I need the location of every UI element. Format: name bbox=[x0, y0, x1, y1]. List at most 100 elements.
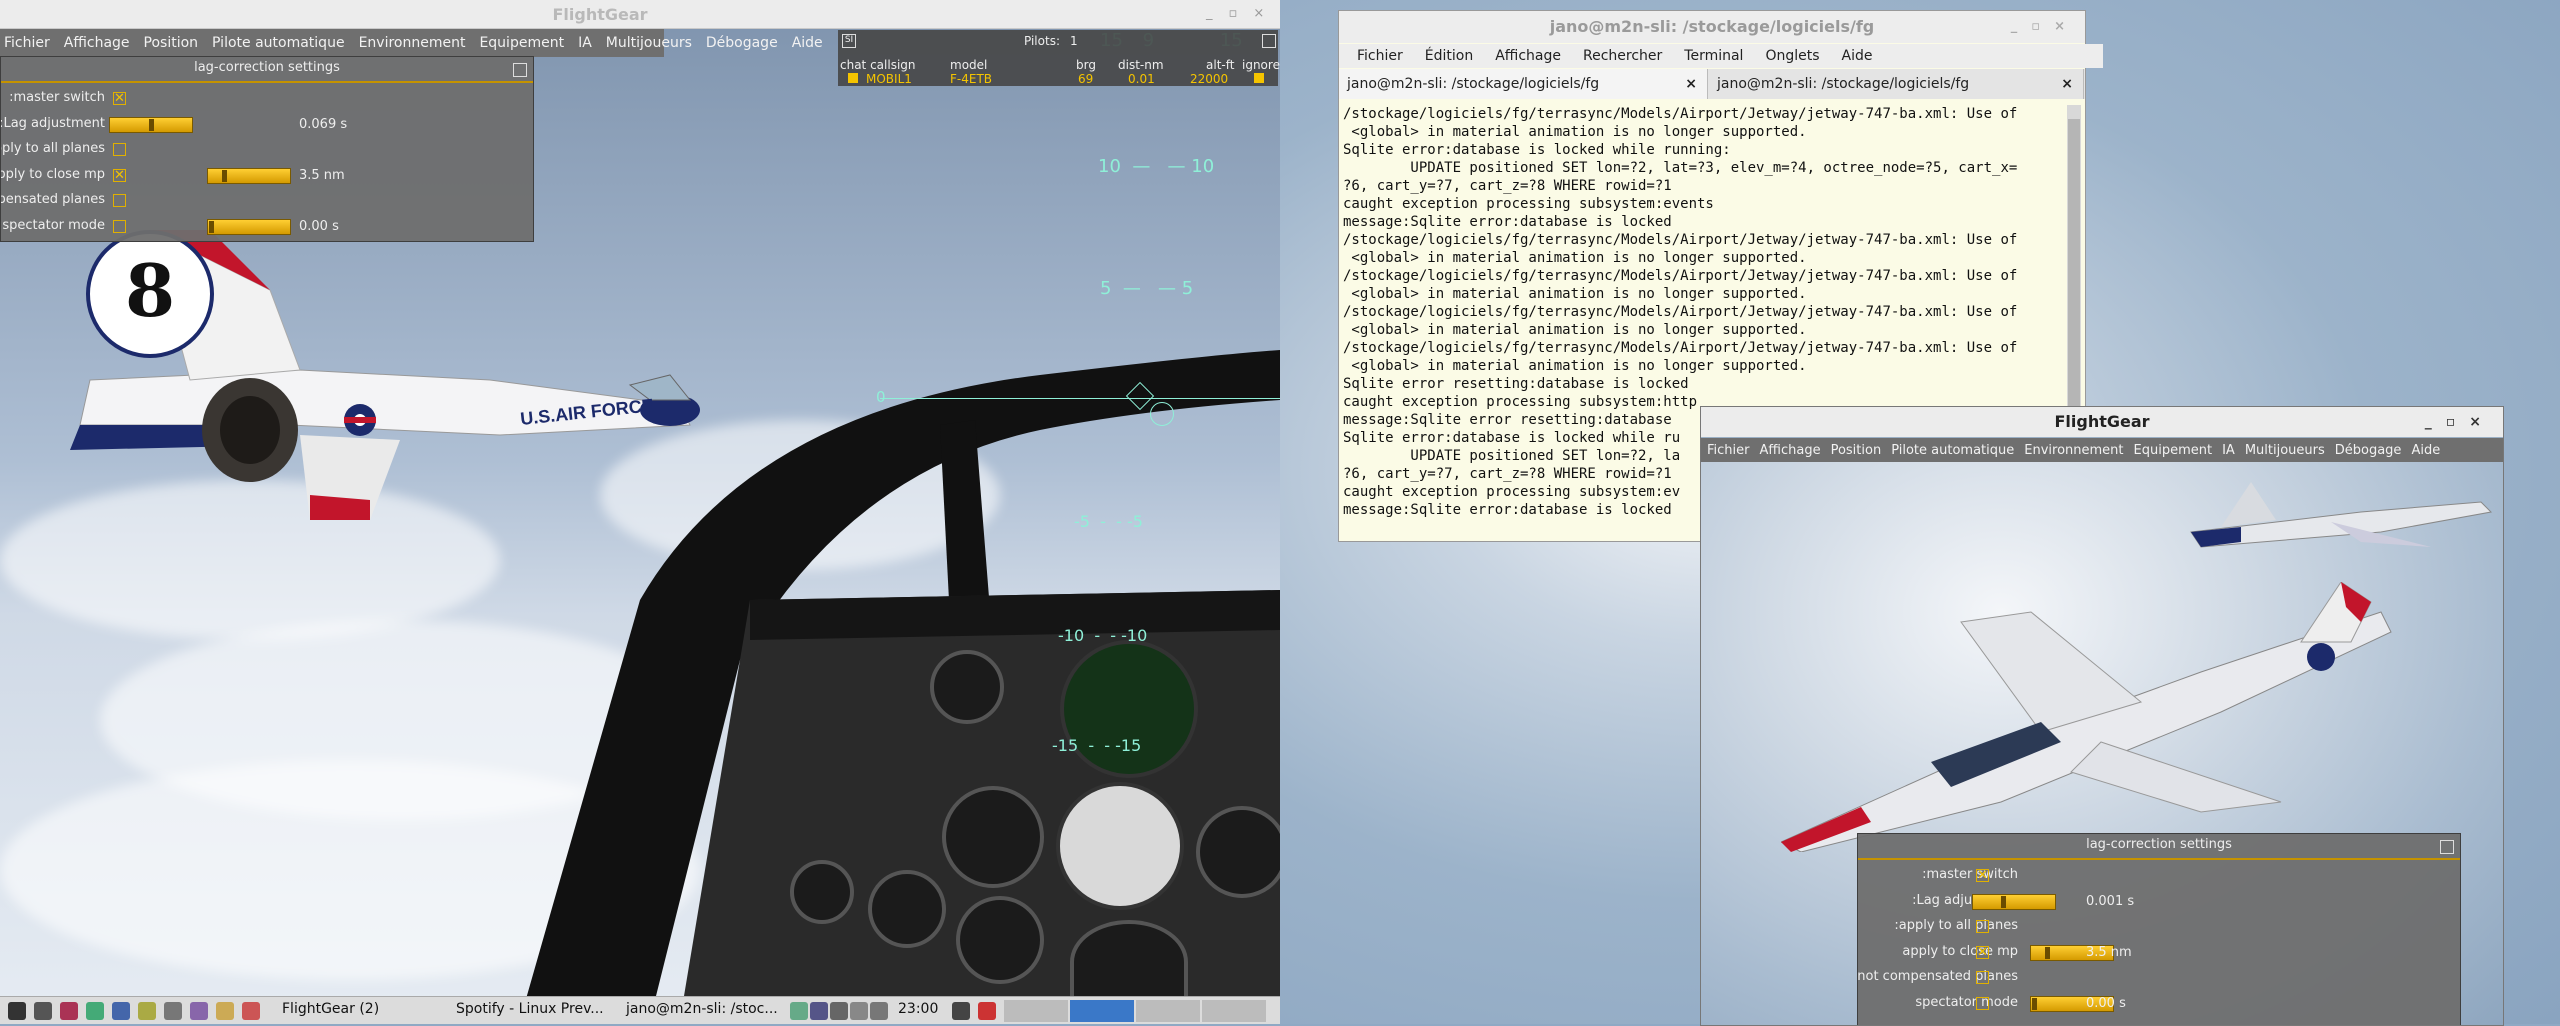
menu-item-7[interactable]: Multijoueurs bbox=[606, 35, 692, 51]
menu-item-8[interactable]: Débogage bbox=[2335, 443, 2402, 458]
setting-checkbox[interactable]: ✕ bbox=[113, 168, 126, 182]
window-controls[interactable]: _▫× bbox=[2425, 407, 2495, 437]
terminal-menu-item-1[interactable]: Édition bbox=[1425, 48, 1473, 64]
terminal-menu-item-4[interactable]: Terminal bbox=[1684, 48, 1743, 64]
terminal-menu-item-6[interactable]: Aide bbox=[1842, 48, 1873, 64]
menu-item-3[interactable]: Pilote automatique bbox=[1891, 443, 2014, 458]
app-launcher-icon[interactable] bbox=[190, 1002, 208, 1020]
menu-item-2[interactable]: Position bbox=[144, 35, 199, 51]
window-controls[interactable]: _▫× bbox=[1206, 6, 1280, 21]
setting-checkbox[interactable]: ✕ bbox=[1976, 945, 1989, 959]
tray-icon[interactable] bbox=[978, 1002, 996, 1020]
mp-list-icon[interactable]: SI bbox=[842, 34, 856, 48]
menu-item-7[interactable]: Multijoueurs bbox=[2245, 443, 2325, 458]
workspace-3[interactable] bbox=[1136, 1000, 1200, 1022]
slider-knob[interactable] bbox=[2000, 895, 2006, 908]
dialog-close-icon[interactable] bbox=[513, 63, 527, 77]
slider-knob[interactable] bbox=[2044, 946, 2050, 959]
setting-slider[interactable] bbox=[109, 116, 193, 133]
menu-item-1[interactable]: Affichage bbox=[1760, 443, 1821, 458]
tray-icon[interactable] bbox=[810, 1002, 828, 1020]
slider-knob[interactable] bbox=[2032, 997, 2037, 1010]
flightgear-window-2: FlightGear _▫× Fichier Affichage Position P… bbox=[1700, 406, 2504, 1026]
close-tab-icon[interactable]: × bbox=[1685, 69, 1697, 99]
setting-slider[interactable] bbox=[207, 218, 291, 235]
terminal-menu-item-2[interactable]: Affichage bbox=[1495, 48, 1561, 64]
setting-checkbox[interactable]: ✕ bbox=[1976, 869, 1989, 882]
terminal-line: /stockage/logiciels/fg/terrasync/Models/… bbox=[1343, 340, 2018, 356]
terminal-launcher-icon[interactable] bbox=[34, 1002, 52, 1020]
tab-terminal-1[interactable]: jano@m2n-sli: /stockage/logiciels/fg × bbox=[1339, 69, 1708, 99]
tray-icon[interactable] bbox=[870, 1002, 888, 1020]
app-launcher-icon[interactable] bbox=[216, 1002, 234, 1020]
app-launcher-icon[interactable] bbox=[86, 1002, 104, 1020]
workspace-4[interactable] bbox=[1202, 1000, 1266, 1022]
tray-icon[interactable] bbox=[830, 1002, 848, 1020]
terminal-menu-item-5[interactable]: Onglets bbox=[1765, 48, 1819, 64]
setting-checkbox[interactable] bbox=[113, 219, 126, 233]
app-launcher-icon[interactable] bbox=[242, 1002, 260, 1020]
terminal-line: /stockage/logiciels/fg/terrasync/Models/… bbox=[1343, 232, 2018, 248]
menu-item-4[interactable]: Environnement bbox=[359, 35, 466, 51]
tab-terminal-2[interactable]: jano@m2n-sli: /stockage/logiciels/fg × bbox=[1709, 69, 2084, 99]
taskbar-item-terminal[interactable]: jano@m2n-sli: /stoc... bbox=[626, 1001, 778, 1017]
slider-knob[interactable] bbox=[209, 220, 214, 233]
dialog-title[interactable]: lag-correction settings bbox=[1858, 834, 2460, 860]
close-tab-icon[interactable]: × bbox=[2061, 69, 2073, 99]
tray-icon[interactable] bbox=[850, 1002, 868, 1020]
close-icon[interactable]: × bbox=[1253, 6, 1280, 21]
browser-launcher-icon[interactable] bbox=[112, 1002, 130, 1020]
window-controls[interactable]: _▫× bbox=[2011, 11, 2079, 43]
slider-knob[interactable] bbox=[221, 169, 227, 182]
menu-item-8[interactable]: Débogage bbox=[706, 35, 778, 51]
menu-item-4[interactable]: Environnement bbox=[2024, 443, 2123, 458]
menu-item-0[interactable]: Fichier bbox=[1707, 443, 1750, 458]
minimize-icon[interactable]: _ bbox=[1206, 6, 1229, 21]
app-launcher-icon[interactable] bbox=[164, 1002, 182, 1020]
hud-pitch-label: -15 bbox=[1052, 736, 1079, 755]
col-header: chat callsign bbox=[840, 58, 916, 72]
fg-titlebar[interactable]: FlightGear _▫× bbox=[0, 0, 1280, 29]
dialog-close-icon[interactable] bbox=[2440, 840, 2454, 854]
start-menu-icon[interactable] bbox=[8, 1002, 26, 1020]
workspace-2-active[interactable] bbox=[1070, 1000, 1134, 1022]
menu-item-0[interactable]: Fichier bbox=[4, 35, 50, 51]
setting-slider[interactable] bbox=[207, 167, 291, 184]
menu-item-9[interactable]: Aide bbox=[2411, 443, 2440, 458]
setting-checkbox[interactable]: ✕ bbox=[113, 92, 126, 105]
pilots-count: 1 bbox=[1070, 34, 1078, 48]
menu-item-1[interactable]: Affichage bbox=[64, 35, 130, 51]
lag-correction-dialog-2: lag-correction settings master switch: ✕ La… bbox=[1857, 833, 2461, 1025]
ignore-checkbox[interactable] bbox=[1254, 73, 1264, 83]
setting-checkbox[interactable] bbox=[1976, 920, 1989, 933]
menu-item-6[interactable]: IA bbox=[578, 35, 592, 51]
terminal-menu-item-0[interactable]: Fichier bbox=[1357, 48, 1403, 64]
mp-list-close-icon[interactable] bbox=[1262, 34, 1276, 48]
menu-item-5[interactable]: Equipement bbox=[2134, 443, 2213, 458]
workspace-1[interactable] bbox=[1004, 1000, 1068, 1022]
row-select-box[interactable] bbox=[848, 73, 858, 83]
menu-item-9[interactable]: Aide bbox=[792, 35, 823, 51]
menu-item-6[interactable]: IA bbox=[2222, 443, 2235, 458]
slider-knob[interactable] bbox=[149, 118, 154, 131]
tray-icon[interactable] bbox=[952, 1002, 970, 1020]
tray-icon[interactable] bbox=[790, 1002, 808, 1020]
setting-checkbox[interactable] bbox=[1976, 996, 1989, 1010]
fg2-titlebar[interactable]: FlightGear _▫× bbox=[1701, 407, 2503, 437]
taskbar-item-spotify[interactable]: Spotify - Linux Prev... bbox=[456, 1001, 604, 1017]
taskbar-item-flightgear[interactable]: FlightGear (2) bbox=[282, 1001, 379, 1017]
tab-label: jano@m2n-sli: /stockage/logiciels/fg bbox=[1717, 76, 1970, 92]
app-launcher-icon[interactable] bbox=[138, 1002, 156, 1020]
menu-item-3[interactable]: Pilote automatique bbox=[212, 35, 345, 51]
terminal-titlebar[interactable]: jano@m2n-sli: /stockage/logiciels/fg _▫× bbox=[1339, 11, 2085, 43]
dialog-title[interactable]: lag-correction settings bbox=[1, 57, 533, 83]
setting-slider[interactable] bbox=[1972, 893, 2056, 910]
menu-item-5[interactable]: Equipement bbox=[479, 35, 564, 51]
setting-checkbox[interactable] bbox=[113, 143, 126, 156]
terminal-menu-item-3[interactable]: Rechercher bbox=[1583, 48, 1662, 64]
maximize-icon[interactable]: ▫ bbox=[1229, 6, 1254, 21]
menu-item-2[interactable]: Position bbox=[1831, 443, 1882, 458]
setting-checkbox[interactable] bbox=[113, 194, 126, 207]
setting-checkbox[interactable] bbox=[1976, 971, 1989, 984]
app-launcher-icon[interactable] bbox=[60, 1002, 78, 1020]
